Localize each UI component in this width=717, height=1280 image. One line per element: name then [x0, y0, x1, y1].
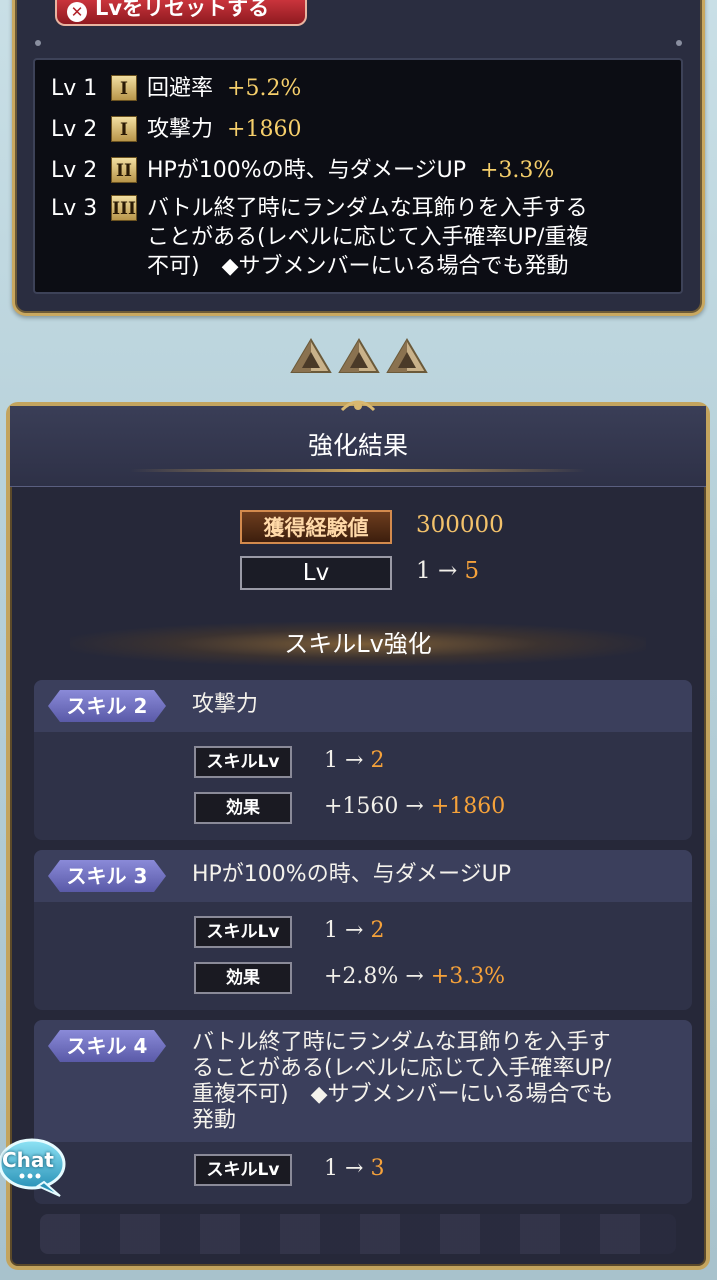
chat-label: Chat [2, 1148, 54, 1172]
skill-lv-change: 1 → 2 [324, 748, 384, 773]
skill-lv-change: 1 → 2 [324, 918, 384, 943]
change-from: 1 → [324, 1156, 364, 1181]
skill-list: Lv 1 I 回避率 +5.2% Lv 2 I 攻撃力 +1860 Lv 2 I… [33, 58, 683, 294]
change-from: 1 → [324, 918, 364, 943]
skill-lv: Lv 2 [51, 117, 98, 142]
skill-line: Lv 2 I 攻撃力 +1860 [51, 115, 301, 144]
skill-card: スキル 4 バトル終了時にランダムな耳飾りを入手す ることがある(レベルに応じて… [34, 1020, 692, 1204]
skill-lv: Lv 1 [51, 76, 98, 101]
skill-card-title: バトル終了時にランダムな耳飾りを入手す ることがある(レベルに応じて入手確率UP… [192, 1030, 614, 1134]
skill-section-title: スキルLv強化 [70, 622, 646, 666]
skill-lv-tag: スキルLv [194, 1154, 292, 1186]
pyramid-icon [338, 338, 380, 373]
crest-ornament-icon [340, 400, 376, 412]
skill-desc-line: ことがある(レベルに応じて入手確率UP/重複 [147, 225, 589, 250]
skill-card-title: HPが100%の時、与ダメージUP [192, 862, 511, 887]
skill-value: +5.2% [227, 76, 302, 101]
skill-value: +3.3% [479, 158, 555, 183]
change-to: +1860 [430, 794, 506, 819]
enhancement-result-panel: 強化結果 獲得経験値 300000 Lv 1 → 5 スキルLv強化 スキル 2… [6, 400, 710, 1270]
lv-change: 1 → 5 [416, 558, 479, 584]
skill-tag: スキル 2 [48, 690, 166, 722]
bottom-ornament [40, 1214, 676, 1254]
rivet [676, 40, 682, 46]
skill-desc: 攻撃力 [147, 117, 214, 142]
skill-lv-tag: スキルLv [194, 916, 292, 948]
change-to: 2 [370, 918, 385, 943]
skill-tag: スキル 3 [48, 860, 166, 892]
skill-desc: バトル終了時にランダムな耳飾りを入手する ことがある(レベルに応じて入手確率UP… [147, 194, 588, 281]
rank-badge: I [111, 75, 137, 101]
lv-label-badge: Lv [240, 556, 392, 590]
exp-label-badge: 獲得経験値 [240, 510, 392, 544]
change-to: +3.3% [430, 964, 506, 989]
lv-to: 5 [464, 558, 480, 584]
result-header: 強化結果 [10, 400, 706, 487]
lv-from: 1 → [416, 558, 458, 584]
skill-card-title: 攻撃力 [192, 692, 259, 717]
skill-lv-tag: スキルLv [194, 746, 292, 778]
title-line: バトル終了時にランダムな耳飾りを入手す [192, 1030, 611, 1055]
pyramid-icon [290, 338, 332, 373]
skill-value: +1860 [227, 117, 302, 142]
skill-card-header: スキル 4 バトル終了時にランダムな耳飾りを入手す ることがある(レベルに応じて… [34, 1020, 692, 1142]
rank-badge: III [111, 195, 137, 221]
skill-tag: スキル 4 [48, 1030, 166, 1062]
change-from: 1 → [324, 748, 364, 773]
close-circle-icon: ✕ [67, 2, 87, 22]
exp-value: 300000 [416, 512, 504, 538]
change-to: 3 [370, 1156, 385, 1181]
chat-button[interactable]: Chat [0, 1136, 70, 1200]
reset-level-label: Lvをリセットする [95, 0, 270, 20]
effect-tag: 効果 [194, 962, 292, 994]
skill-card: スキル 2 攻撃力 スキルLv 1 → 2 効果 +1560 → +1860 [34, 680, 692, 840]
change-from: +2.8% → [324, 964, 424, 989]
rivet [35, 40, 41, 46]
skill-desc-line: バトル終了時にランダムな耳飾りを入手する [147, 196, 588, 221]
skill-line: Lv 2 II HPが100%の時、与ダメージUP +3.3% [51, 156, 554, 185]
skill-lv: Lv 3 [51, 196, 98, 221]
effect-change: +2.8% → +3.3% [324, 964, 505, 989]
skill-card-header: スキル 3 HPが100%の時、与ダメージUP [34, 850, 692, 902]
effect-change: +1560 → +1860 [324, 794, 505, 819]
pyramid-icon [386, 338, 428, 373]
skill-desc-line: 不可) ◆サブメンバーにいる場合でも発動 [147, 254, 569, 279]
skill-desc: 回避率 [147, 76, 214, 101]
skill-line: Lv 1 I 回避率 +5.2% [51, 74, 301, 103]
skill-card-header: スキル 2 攻撃力 [34, 680, 692, 732]
divider [130, 469, 586, 472]
title-line: 発動 [192, 1108, 237, 1133]
change-from: +1560 → [324, 794, 424, 819]
skill-card: スキル 3 HPが100%の時、与ダメージUP スキルLv 1 → 2 効果 +… [34, 850, 692, 1010]
skill-line: Lv 3 III バトル終了時にランダムな耳飾りを入手する ことがある(レベルに… [51, 194, 588, 281]
change-to: 2 [370, 748, 385, 773]
rank-badge: II [111, 157, 137, 183]
title-line: ることがある(レベルに応じて入手確率UP/ [192, 1056, 612, 1081]
rank-badge: I [111, 116, 137, 142]
reset-level-button[interactable]: ✕ Lvをリセットする [55, 0, 307, 26]
effect-tag: 効果 [194, 792, 292, 824]
title-line: 重複不可) ◆サブメンバーにいる場合でも [192, 1082, 614, 1107]
skill-lv: Lv 2 [51, 158, 98, 183]
result-title: 強化結果 [307, 431, 408, 460]
skill-lv-change: 1 → 3 [324, 1156, 384, 1181]
skill-desc: HPが100%の時、与ダメージUP [147, 158, 466, 183]
